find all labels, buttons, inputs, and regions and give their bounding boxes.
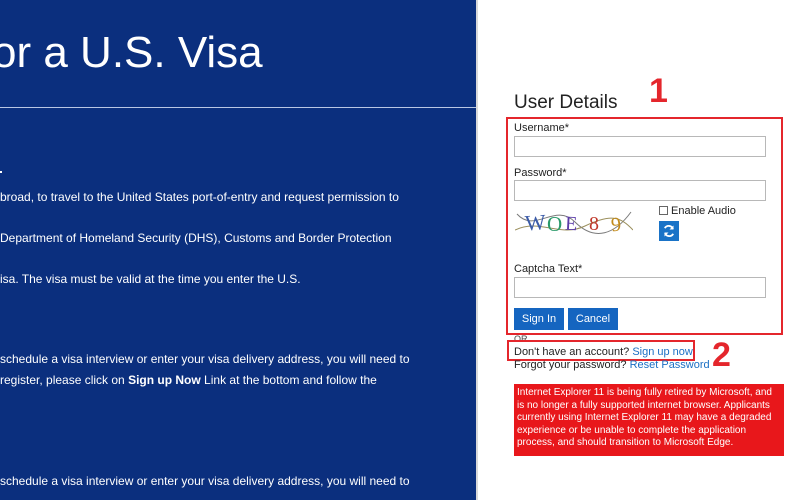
page-title: or a U.S. Visa	[0, 28, 263, 77]
info-text-line: Department of Homeland Security (DHS), C…	[0, 231, 392, 245]
sign-up-now-emphasis: Sign up Now	[128, 373, 201, 387]
forgot-password-row: Forgot your password? Reset Password	[514, 359, 710, 371]
info-text-line: schedule a visa interview or enter your …	[0, 352, 410, 366]
title-divider	[0, 107, 476, 108]
sign-in-button[interactable]: Sign In	[514, 308, 564, 330]
no-account-text: Don't have an account?	[514, 346, 630, 358]
browser-warning-banner: Internet Explorer 11 is being fully reti…	[514, 384, 784, 456]
password-label: Password*	[514, 167, 567, 179]
cancel-button[interactable]: Cancel	[568, 308, 618, 330]
form-title: User Details	[514, 92, 618, 113]
forgot-password-text: Forgot your password?	[514, 359, 627, 371]
info-text-segment: Link at the bottom and follow the	[200, 373, 377, 387]
no-account-row: Don't have an account? Sign up now	[514, 346, 693, 358]
info-text-segment: register, please click on	[0, 373, 129, 387]
captcha-text-label: Captcha Text*	[514, 263, 583, 275]
enable-audio-label: Enable Audio	[671, 205, 736, 217]
sign-up-link[interactable]: Sign up now	[632, 346, 693, 358]
info-text-line: broad, to travel to the United States po…	[0, 190, 399, 204]
username-label: Username*	[514, 122, 570, 134]
svg-text:W: W	[524, 209, 547, 235]
panel-divider	[476, 0, 478, 500]
annotation-badge-1: 1	[649, 72, 668, 110]
svg-text:E: E	[564, 213, 577, 236]
bullet-dot	[0, 171, 2, 173]
reset-password-link[interactable]: Reset Password	[630, 359, 710, 371]
refresh-captcha-button[interactable]	[659, 221, 679, 241]
svg-text:9: 9	[610, 213, 622, 236]
password-input[interactable]	[514, 180, 766, 201]
svg-text:O: O	[547, 212, 562, 236]
info-panel: or a U.S. Visa broad, to travel to the U…	[0, 0, 476, 500]
username-input[interactable]	[514, 136, 766, 157]
captcha-text-input[interactable]	[514, 277, 766, 298]
annotation-badge-2: 2	[712, 336, 731, 374]
info-text-line: register, please click on Sign up Now Li…	[0, 373, 377, 387]
enable-audio-checkbox[interactable]	[659, 206, 668, 215]
svg-text:8: 8	[589, 213, 599, 235]
info-text-line: isa. The visa must be valid at the time …	[0, 272, 301, 286]
captcha-image: W O E 8 9	[515, 209, 633, 236]
info-text-line: schedule a visa interview or enter your …	[0, 474, 410, 488]
refresh-icon	[664, 225, 674, 237]
